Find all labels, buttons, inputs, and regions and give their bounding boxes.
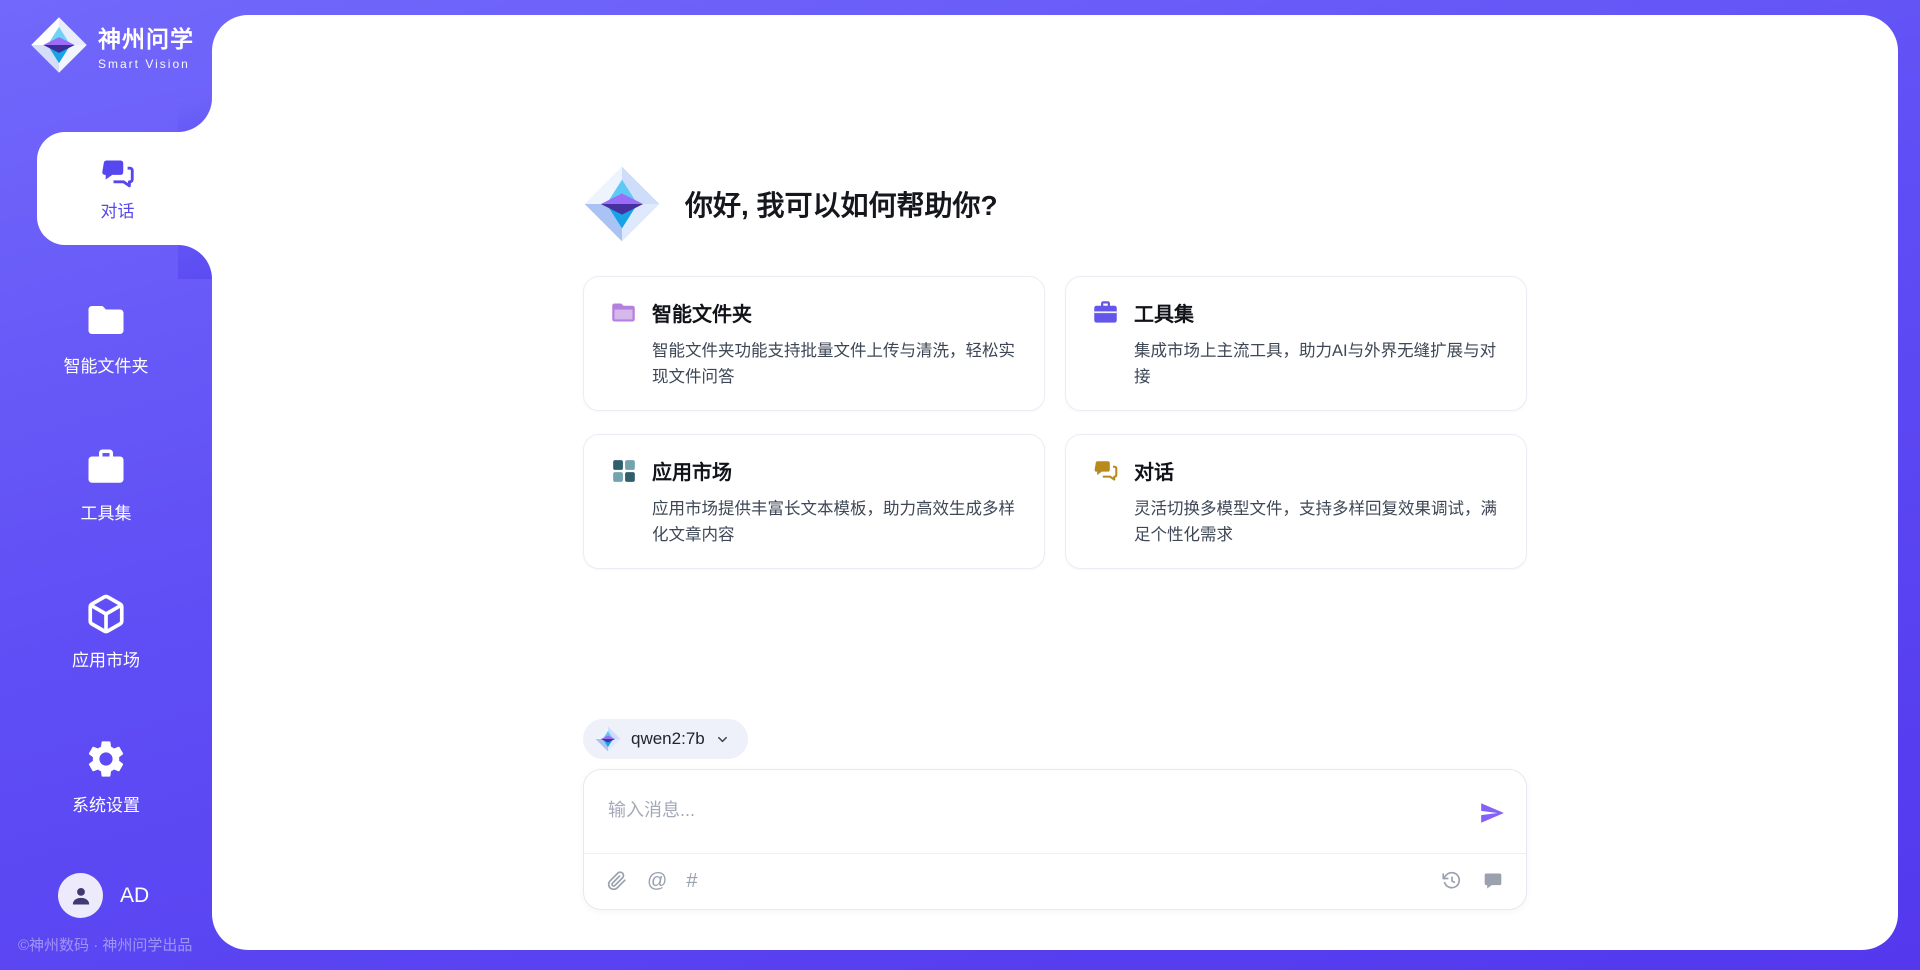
chevron-down-icon bbox=[715, 732, 730, 747]
model-logo-diamond-icon bbox=[595, 726, 621, 752]
send-icon bbox=[1479, 800, 1505, 826]
sidebar-item-settings[interactable]: 系统设置 bbox=[0, 736, 212, 816]
sidebar-item-label: 系统设置 bbox=[72, 791, 140, 816]
chat-bubbles-icon bbox=[1092, 457, 1119, 484]
at-icon[interactable]: @ bbox=[647, 871, 667, 891]
paperclip-icon[interactable] bbox=[606, 870, 628, 892]
active-tab-curve-bottom bbox=[178, 245, 212, 279]
sidebar-item-smart-folder[interactable]: 智能文件夹 bbox=[0, 297, 212, 377]
card-title: 工具集 bbox=[1134, 298, 1194, 327]
briefcase-icon bbox=[83, 444, 129, 490]
grid-icon bbox=[610, 457, 637, 484]
chat-bubbles-icon bbox=[100, 156, 136, 197]
card-title: 智能文件夹 bbox=[652, 298, 752, 327]
card-smart-folder[interactable]: 智能文件夹 智能文件夹功能支持批量文件上传与清洗，轻松实现文件问答 bbox=[583, 276, 1045, 411]
greeting: 你好, 我可以如何帮助你? bbox=[583, 165, 998, 243]
hash-icon[interactable]: # bbox=[686, 871, 697, 891]
sidebar-item-chat[interactable]: 对话 bbox=[37, 132, 212, 245]
card-description: 灵活切换多模型文件，支持多样回复效果调试，满足个性化需求 bbox=[1134, 496, 1500, 548]
cube-icon bbox=[83, 591, 129, 637]
sidebar-item-label: 对话 bbox=[101, 197, 135, 222]
person-icon bbox=[68, 883, 94, 909]
model-name: qwen2:7b bbox=[631, 729, 705, 749]
card-title: 应用市场 bbox=[652, 456, 732, 485]
copyright-footer: ©神州数码 · 神州问学出品 bbox=[18, 934, 192, 955]
avatar bbox=[58, 873, 103, 918]
brand: 神州问学 Smart Vision bbox=[30, 16, 194, 74]
model-selector[interactable]: qwen2:7b bbox=[583, 719, 748, 759]
send-button[interactable] bbox=[1478, 800, 1506, 828]
user-name: AD bbox=[120, 884, 149, 908]
chat-icon[interactable] bbox=[1482, 870, 1504, 892]
gear-icon bbox=[83, 736, 129, 782]
card-chat[interactable]: 对话 灵活切换多模型文件，支持多样回复效果调试，满足个性化需求 bbox=[1065, 434, 1527, 569]
sidebar-item-label: 智能文件夹 bbox=[64, 352, 149, 377]
folder-icon bbox=[83, 297, 129, 343]
briefcase-icon bbox=[1092, 299, 1119, 326]
history-icon[interactable] bbox=[1441, 870, 1463, 892]
message-composer: @ # bbox=[583, 769, 1527, 910]
sidebar-item-app-market[interactable]: 应用市场 bbox=[0, 591, 212, 671]
card-app-market[interactable]: 应用市场 应用市场提供丰富长文本模板，助力高效生成多样化文章内容 bbox=[583, 434, 1045, 569]
greeting-text: 你好, 我可以如何帮助你? bbox=[685, 184, 998, 224]
message-input[interactable] bbox=[608, 790, 1428, 830]
sidebar-item-label: 工具集 bbox=[81, 499, 132, 524]
greeting-logo-diamond-icon bbox=[583, 165, 661, 243]
active-tab-curve-top bbox=[178, 98, 212, 132]
card-description: 应用市场提供丰富长文本模板，助力高效生成多样化文章内容 bbox=[652, 496, 1018, 548]
feature-cards: 智能文件夹 智能文件夹功能支持批量文件上传与清洗，轻松实现文件问答 工具集 集成… bbox=[583, 276, 1527, 569]
card-description: 集成市场上主流工具，助力AI与外界无缝扩展与对接 bbox=[1134, 338, 1500, 390]
sidebar-item-label: 应用市场 bbox=[72, 646, 140, 671]
sidebar-item-toolset[interactable]: 工具集 bbox=[0, 444, 212, 524]
brand-subtitle: Smart Vision bbox=[98, 57, 194, 71]
card-toolset[interactable]: 工具集 集成市场上主流工具，助力AI与外界无缝扩展与对接 bbox=[1065, 276, 1527, 411]
brand-logo-diamond-icon bbox=[30, 16, 88, 74]
sidebar: 神州问学 Smart Vision 对话 智能文件夹 工具集 bbox=[0, 0, 212, 970]
user-profile[interactable]: AD bbox=[58, 873, 149, 918]
card-title: 对话 bbox=[1134, 456, 1174, 485]
folder-open-icon bbox=[610, 299, 637, 326]
card-description: 智能文件夹功能支持批量文件上传与清洗，轻松实现文件问答 bbox=[652, 338, 1018, 390]
main-panel: 你好, 我可以如何帮助你? 智能文件夹 智能文件夹功能支持批量文件上传与清洗，轻… bbox=[212, 15, 1898, 950]
composer-toolbar: @ # bbox=[606, 852, 1504, 909]
brand-name: 神州问学 bbox=[98, 20, 194, 54]
